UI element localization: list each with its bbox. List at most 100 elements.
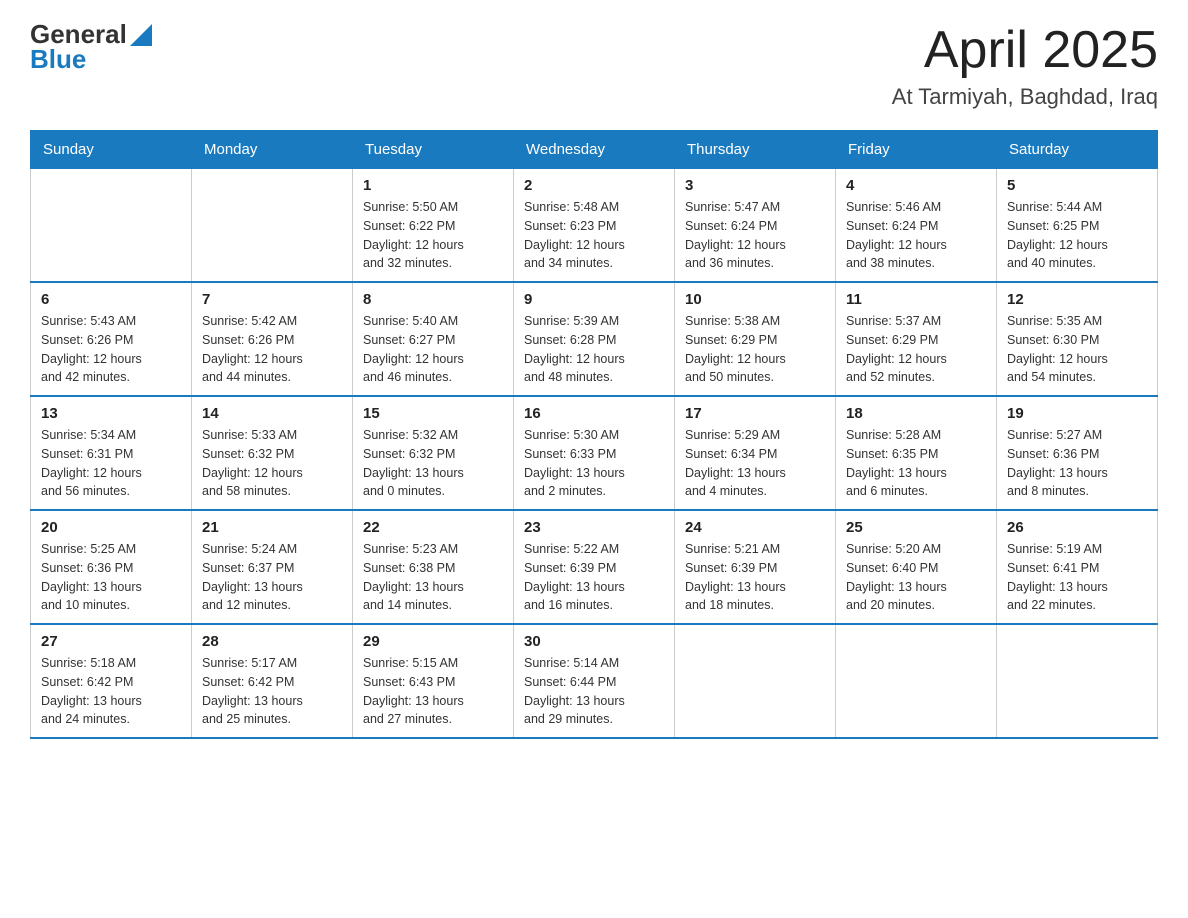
calendar-cell: 19 Sunrise: 5:27 AM Sunset: 6:36 PM Dayli… — [997, 396, 1158, 510]
day-info: Sunrise: 5:17 AM Sunset: 6:42 PM Dayligh… — [202, 654, 342, 729]
calendar-cell: 7 Sunrise: 5:42 AM Sunset: 6:26 PM Daylig… — [192, 282, 353, 396]
calendar-cell — [192, 169, 353, 283]
page-title: April 2025 — [892, 20, 1158, 80]
page-header: General Blue April 2025 At Tarmiyah, Bag… — [30, 20, 1158, 110]
calendar-cell: 16 Sunrise: 5:30 AM Sunset: 6:33 PM Dayli… — [514, 396, 675, 510]
calendar-cell: 9Sunrise: 5:39 AM Sunset: 6:28 PM Daylig… — [514, 282, 675, 396]
day-info: Sunrise: 5:21 AM Sunset: 6:39 PM Dayligh… — [685, 540, 825, 615]
day-info: Sunrise: 5:50 AM Sunset: 6:22 PM Dayligh… — [363, 198, 503, 273]
calendar-week-row: 20 Sunrise: 5:25 AM Sunset: 6:36 PM Dayli… — [31, 510, 1158, 624]
day-info: Sunrise: 5:25 AM Sunset: 6:36 PM Dayligh… — [41, 540, 181, 615]
calendar-cell: 30Sunrise: 5:14 AM Sunset: 6:44 PM Dayli… — [514, 624, 675, 738]
day-number: 11 — [846, 291, 986, 308]
day-number: 18 — [846, 405, 986, 422]
day-number: 10 — [685, 291, 825, 308]
day-info: Sunrise: 5:19 AM Sunset: 6:41 PM Dayligh… — [1007, 540, 1147, 615]
day-number: 17 — [685, 405, 825, 422]
day-info: Sunrise: 5:43 AM Sunset: 6:26 PM Dayligh… — [41, 312, 181, 387]
day-info: Sunrise: 5:40 AM Sunset: 6:27 PM Dayligh… — [363, 312, 503, 387]
calendar-header-friday: Friday — [836, 131, 997, 169]
calendar-cell: 24Sunrise: 5:21 AM Sunset: 6:39 PM Dayli… — [675, 510, 836, 624]
day-info: Sunrise: 5:46 AM Sunset: 6:24 PM Dayligh… — [846, 198, 986, 273]
calendar-header-row: SundayMondayTuesdayWednesdayThursdayFrid… — [31, 131, 1158, 169]
calendar-header-wednesday: Wednesday — [514, 131, 675, 169]
calendar-header-monday: Monday — [192, 131, 353, 169]
calendar-cell: 22 Sunrise: 5:23 AM Sunset: 6:38 PM Dayli… — [353, 510, 514, 624]
day-info: Sunrise: 5:22 AM Sunset: 6:39 PM Dayligh… — [524, 540, 664, 615]
page-subtitle: At Tarmiyah, Baghdad, Iraq — [892, 84, 1158, 110]
day-number: 6 — [41, 291, 181, 308]
day-info: Sunrise: 5:23 AM Sunset: 6:38 PM Dayligh… — [363, 540, 503, 615]
calendar-cell: 12Sunrise: 5:35 AM Sunset: 6:30 PM Dayli… — [997, 282, 1158, 396]
logo-blue-text: Blue — [30, 45, 152, 74]
calendar-cell: 11Sunrise: 5:37 AM Sunset: 6:29 PM Dayli… — [836, 282, 997, 396]
calendar-cell: 26 Sunrise: 5:19 AM Sunset: 6:41 PM Dayli… — [997, 510, 1158, 624]
calendar-cell: 15 Sunrise: 5:32 AM Sunset: 6:32 PM Dayli… — [353, 396, 514, 510]
day-number: 30 — [524, 633, 664, 650]
day-info: Sunrise: 5:27 AM Sunset: 6:36 PM Dayligh… — [1007, 426, 1147, 501]
day-number: 19 — [1007, 405, 1147, 422]
calendar-cell — [31, 169, 192, 283]
day-number: 1 — [363, 177, 503, 194]
day-number: 27 — [41, 633, 181, 650]
calendar-week-row: 27 Sunrise: 5:18 AM Sunset: 6:42 PM Dayli… — [31, 624, 1158, 738]
day-info: Sunrise: 5:32 AM Sunset: 6:32 PM Dayligh… — [363, 426, 503, 501]
calendar-cell: 5 Sunrise: 5:44 AM Sunset: 6:25 PM Daylig… — [997, 169, 1158, 283]
day-number: 21 — [202, 519, 342, 536]
day-info: Sunrise: 5:42 AM Sunset: 6:26 PM Dayligh… — [202, 312, 342, 387]
day-info: Sunrise: 5:18 AM Sunset: 6:42 PM Dayligh… — [41, 654, 181, 729]
calendar-cell: 18 Sunrise: 5:28 AM Sunset: 6:35 PM Dayli… — [836, 396, 997, 510]
calendar-cell: 1 Sunrise: 5:50 AM Sunset: 6:22 PM Daylig… — [353, 169, 514, 283]
calendar-cell: 28 Sunrise: 5:17 AM Sunset: 6:42 PM Dayli… — [192, 624, 353, 738]
day-number: 14 — [202, 405, 342, 422]
day-number: 3 — [685, 177, 825, 194]
calendar-cell: 20 Sunrise: 5:25 AM Sunset: 6:36 PM Dayli… — [31, 510, 192, 624]
day-info: Sunrise: 5:39 AM Sunset: 6:28 PM Dayligh… — [524, 312, 664, 387]
calendar-cell: 25Sunrise: 5:20 AM Sunset: 6:40 PM Dayli… — [836, 510, 997, 624]
calendar-week-row: 13Sunrise: 5:34 AM Sunset: 6:31 PM Dayli… — [31, 396, 1158, 510]
logo: General Blue — [30, 20, 152, 73]
day-info: Sunrise: 5:47 AM Sunset: 6:24 PM Dayligh… — [685, 198, 825, 273]
day-number: 20 — [41, 519, 181, 536]
calendar-cell: 6 Sunrise: 5:43 AM Sunset: 6:26 PM Daylig… — [31, 282, 192, 396]
title-block: April 2025 At Tarmiyah, Baghdad, Iraq — [892, 20, 1158, 110]
day-number: 15 — [363, 405, 503, 422]
calendar-cell — [997, 624, 1158, 738]
calendar-cell: 29Sunrise: 5:15 AM Sunset: 6:43 PM Dayli… — [353, 624, 514, 738]
calendar-cell — [675, 624, 836, 738]
day-info: Sunrise: 5:48 AM Sunset: 6:23 PM Dayligh… — [524, 198, 664, 273]
calendar-header-saturday: Saturday — [997, 131, 1158, 169]
calendar-cell: 3 Sunrise: 5:47 AM Sunset: 6:24 PM Daylig… — [675, 169, 836, 283]
calendar-cell: 4Sunrise: 5:46 AM Sunset: 6:24 PM Daylig… — [836, 169, 997, 283]
calendar-header-thursday: Thursday — [675, 131, 836, 169]
day-info: Sunrise: 5:30 AM Sunset: 6:33 PM Dayligh… — [524, 426, 664, 501]
calendar-cell: 17 Sunrise: 5:29 AM Sunset: 6:34 PM Dayli… — [675, 396, 836, 510]
calendar-cell: 27 Sunrise: 5:18 AM Sunset: 6:42 PM Dayli… — [31, 624, 192, 738]
day-number: 26 — [1007, 519, 1147, 536]
day-info: Sunrise: 5:29 AM Sunset: 6:34 PM Dayligh… — [685, 426, 825, 501]
day-number: 16 — [524, 405, 664, 422]
day-number: 8 — [363, 291, 503, 308]
day-info: Sunrise: 5:38 AM Sunset: 6:29 PM Dayligh… — [685, 312, 825, 387]
day-info: Sunrise: 5:44 AM Sunset: 6:25 PM Dayligh… — [1007, 198, 1147, 273]
day-number: 12 — [1007, 291, 1147, 308]
calendar-cell: 8 Sunrise: 5:40 AM Sunset: 6:27 PM Daylig… — [353, 282, 514, 396]
calendar-week-row: 1 Sunrise: 5:50 AM Sunset: 6:22 PM Daylig… — [31, 169, 1158, 283]
calendar-week-row: 6 Sunrise: 5:43 AM Sunset: 6:26 PM Daylig… — [31, 282, 1158, 396]
day-info: Sunrise: 5:28 AM Sunset: 6:35 PM Dayligh… — [846, 426, 986, 501]
day-number: 2 — [524, 177, 664, 194]
day-number: 5 — [1007, 177, 1147, 194]
day-number: 7 — [202, 291, 342, 308]
calendar-cell: 2 Sunrise: 5:48 AM Sunset: 6:23 PM Daylig… — [514, 169, 675, 283]
day-number: 13 — [41, 405, 181, 422]
calendar-cell: 10 Sunrise: 5:38 AM Sunset: 6:29 PM Dayli… — [675, 282, 836, 396]
calendar-cell: 14 Sunrise: 5:33 AM Sunset: 6:32 PM Dayli… — [192, 396, 353, 510]
calendar-cell — [836, 624, 997, 738]
day-info: Sunrise: 5:15 AM Sunset: 6:43 PM Dayligh… — [363, 654, 503, 729]
day-info: Sunrise: 5:33 AM Sunset: 6:32 PM Dayligh… — [202, 426, 342, 501]
day-info: Sunrise: 5:24 AM Sunset: 6:37 PM Dayligh… — [202, 540, 342, 615]
calendar-header-tuesday: Tuesday — [353, 131, 514, 169]
day-number: 28 — [202, 633, 342, 650]
day-number: 22 — [363, 519, 503, 536]
calendar-table: SundayMondayTuesdayWednesdayThursdayFrid… — [30, 130, 1158, 739]
